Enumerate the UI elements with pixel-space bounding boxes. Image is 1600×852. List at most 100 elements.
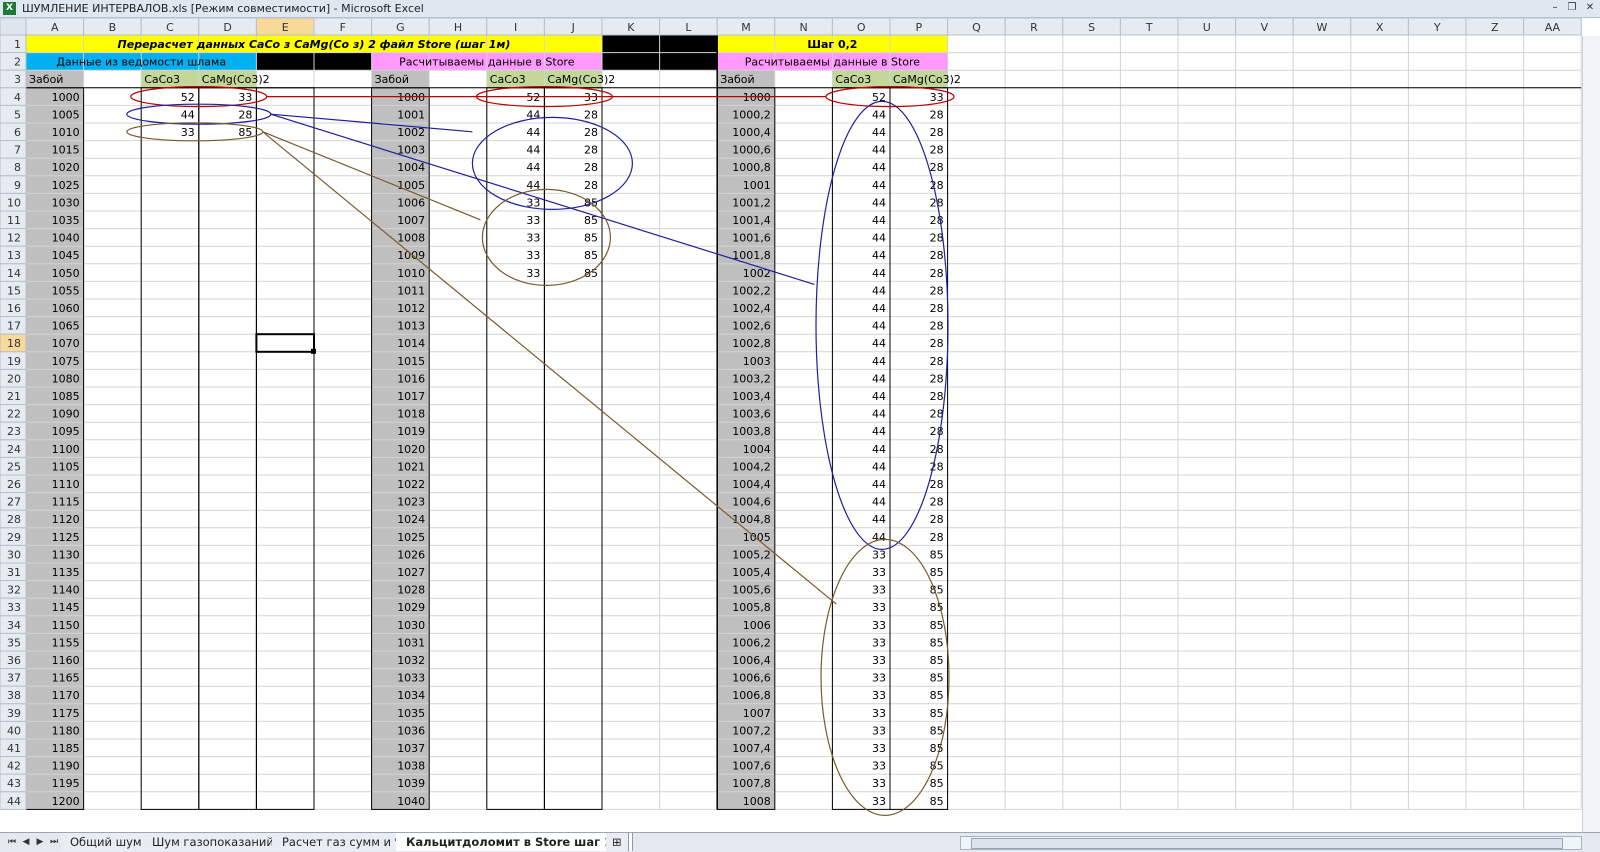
spreadsheet-grid[interactable]: A B C D E F G H I J K L M N O P Q R S T U V W X Y Z AA123456789101… <box>0 18 1582 832</box>
store2-caco3-cell: 33 <box>872 724 886 737</box>
sheet-tab-obshchiy-shum[interactable]: Общий шум <box>60 833 153 851</box>
column-header-label: V <box>1261 21 1269 34</box>
store2-camgco3-cell: 28 <box>930 408 944 421</box>
sheet-title: Перерасчет данных CaCo з CaMg(Co з) 2 фа… <box>118 38 511 51</box>
column-header-label: E <box>282 21 289 34</box>
source-depth-cell: 1005 <box>52 108 80 121</box>
minimize-button[interactable]: – <box>1546 1 1564 15</box>
store2-depth-cell: 1002 <box>743 267 771 280</box>
store2-camgco3-cell: 85 <box>930 566 944 579</box>
row-header-label: 30 <box>7 548 21 561</box>
row-header-9[interactable] <box>0 175 27 194</box>
store2-camgco3-cell: 85 <box>930 795 944 808</box>
store2-caco3-cell: 33 <box>872 654 886 667</box>
store2-caco3-cell: 44 <box>872 390 886 403</box>
source-depth-cell: 1045 <box>52 249 80 262</box>
store2-depth-cell: 1007,4 <box>732 742 771 755</box>
store2-depth-cell: 1001,2 <box>732 196 771 209</box>
store1-camgco3-cell: 33 <box>584 91 598 104</box>
store2-camgco3-cell: 28 <box>930 161 944 174</box>
sheet-tab-kaltsitdolomit[interactable]: Кальцитдоломит в Store шаг 1м <box>396 833 633 851</box>
close-button[interactable]: ✕ <box>1581 1 1599 15</box>
store1-depth-cell: 1037 <box>397 742 425 755</box>
source-depth-cell: 1035 <box>52 214 80 227</box>
fill-handle[interactable] <box>311 348 316 354</box>
row-header-label: 44 <box>7 795 21 808</box>
column-header-label: Z <box>1491 21 1499 34</box>
last-sheet-icon[interactable]: ⏭ <box>48 835 60 849</box>
store1-depth-cell: 1008 <box>397 232 425 245</box>
store2-camgco3-cell: 28 <box>930 179 944 192</box>
store2-depth-cell: 1006,8 <box>732 689 771 702</box>
row-header-label: 35 <box>7 636 21 649</box>
store2-depth-cell: 1003,8 <box>732 425 771 438</box>
store2-caco3-cell: 33 <box>872 760 886 773</box>
row-header-label: 42 <box>7 760 21 773</box>
prev-sheet-icon[interactable]: ◀ <box>20 835 32 849</box>
store2-caco3-cell: 33 <box>872 777 886 790</box>
store2-depth-cell: 1000,4 <box>732 126 771 139</box>
store1-depth-cell: 1013 <box>397 320 425 333</box>
column-header-label: U <box>1203 21 1211 34</box>
store2-caco3-cell: 44 <box>872 249 886 262</box>
column-header-label: P <box>915 21 922 34</box>
store2-caco3-cell: 44 <box>872 408 886 421</box>
store2-depth-cell: 1006,6 <box>732 672 771 685</box>
store2-camgco3-cell: 85 <box>930 707 944 720</box>
horizontal-scrollbar[interactable] <box>960 836 1582 850</box>
store2-camgco3-cell: 28 <box>930 478 944 491</box>
source-depth-cell: 1070 <box>52 337 80 350</box>
source-depth-cell: 1125 <box>52 531 80 544</box>
store2-camgco3-cell: 28 <box>930 390 944 403</box>
row-header-label: 7 <box>14 144 21 157</box>
store2-camgco3-cell: 33 <box>930 91 944 104</box>
sheet-tab-raschet-gaz[interactable]: Расчет газ сумм и % <box>272 833 417 851</box>
store1-block-label: Расчитываемы данные в Store <box>399 56 575 69</box>
source-depth-cell: 1020 <box>52 161 80 174</box>
source-depth-cell: 1115 <box>52 496 80 509</box>
row-header-4[interactable] <box>0 87 27 106</box>
row-header-2[interactable] <box>0 52 27 71</box>
store1-depth-cell: 1026 <box>397 548 425 561</box>
title-bar: X ШУМЛЕНИЕ ИНТЕРВАЛОВ.xls [Режим совмест… <box>0 0 1600 18</box>
source-depth-cell: 1135 <box>52 566 80 579</box>
store2-depth-cell: 1003 <box>743 355 771 368</box>
select-all-corner[interactable] <box>0 18 27 36</box>
row-header-5[interactable] <box>0 104 27 124</box>
row-header-3[interactable] <box>0 69 27 89</box>
row-header-6[interactable] <box>0 122 27 142</box>
source-depth-cell: 1185 <box>52 742 80 755</box>
source-camgco3-cell: 28 <box>238 108 252 121</box>
row-header-1[interactable] <box>0 34 27 54</box>
store1-depth-cell: 1040 <box>397 795 425 808</box>
source-depth-cell: 1200 <box>52 795 80 808</box>
row-header-label: 29 <box>7 531 21 544</box>
store1-depth-cell: 1029 <box>397 601 425 614</box>
row-header-label: 28 <box>7 513 21 526</box>
store1-depth-cell: 1005 <box>397 179 425 192</box>
store2-caco3-cell: 44 <box>872 232 886 245</box>
store2-caco3-cell: 44 <box>872 196 886 209</box>
restore-button[interactable]: ❐ <box>1563 1 1581 15</box>
first-sheet-icon[interactable]: ⏮ <box>6 835 18 849</box>
row-header-label: 19 <box>7 355 21 368</box>
sheet-tab-shum-gazopokazaniy[interactable]: Шум газопоказаний <box>142 833 285 851</box>
vertical-scrollbar[interactable] <box>1582 36 1600 832</box>
horizontal-scroll-thumb[interactable] <box>971 838 1563 849</box>
store2-caco3-cell: 44 <box>872 320 886 333</box>
sheet-tab-bar: ⏮ ◀ ▶ ⏭ Общий шум Шум газопоказаний Расч… <box>0 832 1600 852</box>
zaboy-header: Забой <box>720 73 754 86</box>
insert-sheet-icon[interactable]: ⊞ <box>606 833 629 851</box>
row-header-7[interactable] <box>0 140 27 159</box>
column-header-label: S <box>1088 21 1095 34</box>
next-sheet-icon[interactable]: ▶ <box>34 835 46 849</box>
row-header-8[interactable] <box>0 157 27 177</box>
column-header-label: C <box>166 21 174 34</box>
store2-caco3-cell: 44 <box>872 126 886 139</box>
store2-camgco3-cell: 28 <box>930 267 944 280</box>
store2-depth-cell: 1001 <box>743 179 771 192</box>
store1-depth-cell: 1022 <box>397 478 425 491</box>
source-depth-cell: 1175 <box>52 707 80 720</box>
store2-camgco3-cell: 28 <box>930 284 944 297</box>
store1-depth-cell: 1007 <box>397 214 425 227</box>
